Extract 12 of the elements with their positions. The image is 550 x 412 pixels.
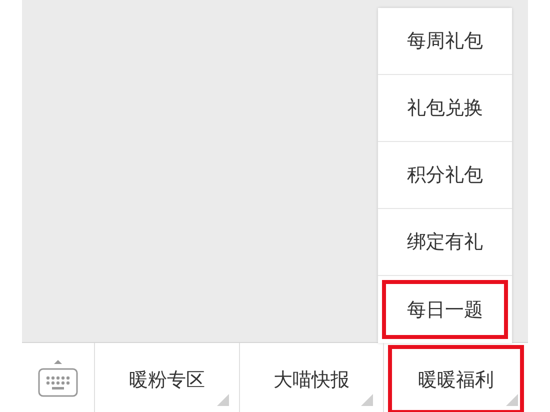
menu-item[interactable]: 礼包兑换 [378,75,512,142]
menu-item[interactable]: 积分礼包 [378,142,512,209]
corner-triangle-icon [361,394,374,406]
menu-item[interactable]: 绑定有礼 [378,209,512,276]
menu-tab[interactable]: 暖暖福利 [390,347,522,412]
corner-triangle-icon [506,394,518,406]
corner-triangle-icon [216,394,229,406]
menu-tab[interactable]: 大喵快报 [246,347,378,412]
menu-item[interactable]: 每周礼包 [378,8,512,75]
menu-item[interactable]: 每日一题 [378,276,512,343]
menu-tab[interactable]: 暖粉专区 [101,347,233,412]
keyboard-icon[interactable] [38,358,78,398]
